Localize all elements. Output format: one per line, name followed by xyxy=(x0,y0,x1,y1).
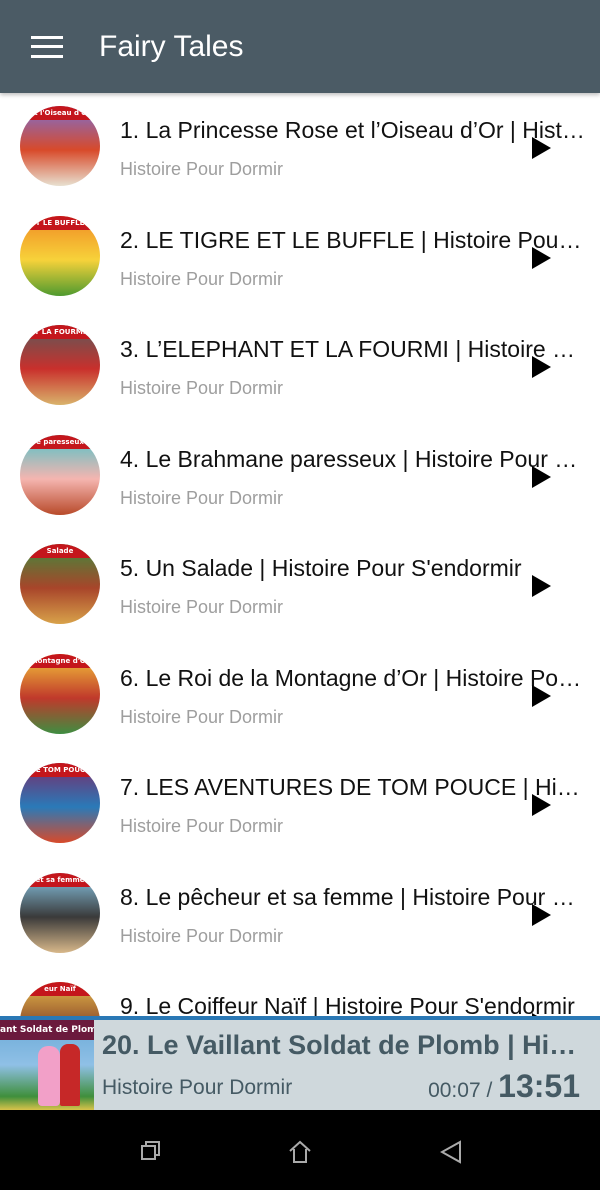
hamburger-menu-icon[interactable] xyxy=(31,35,63,58)
home-icon[interactable] xyxy=(288,1140,312,1168)
story-thumbnail: T LE BUFFLE xyxy=(20,215,100,296)
story-thumbnail: DE TOM POUCE xyxy=(20,763,100,843)
story-thumbnail: T LA FOURMI xyxy=(20,325,100,405)
now-playing-title: 20. Le Vaillant Soldat de Plomb | Histoi… xyxy=(102,1030,590,1060)
story-subtitle: Histoire Pour Dormir xyxy=(120,706,284,727)
story-subtitle: Histoire Pour Dormir xyxy=(120,159,284,179)
play-icon[interactable] xyxy=(532,137,551,159)
play-icon[interactable] xyxy=(532,794,551,816)
play-icon[interactable] xyxy=(532,356,551,378)
list-item[interactable]: T LE BUFFLE 2. LE TIGRE ET LE BUFFLE | H… xyxy=(0,203,600,313)
list-item[interactable]: et sa femme 8. Le pêcheur et sa femme | … xyxy=(0,860,600,970)
story-title: 4. Le Brahmane paresseux | Histoire Pour… xyxy=(120,445,586,472)
story-list[interactable]: et l'Oiseau d'Or 1. La Princesse Rose et… xyxy=(0,93,600,1016)
story-title: 9. Le Coiffeur Naïf | Histoire Pour S'en… xyxy=(120,993,575,1016)
now-playing-subtitle: Histoire Pour Dormir xyxy=(102,1076,293,1099)
now-playing-thumbnail: ant Soldat de Plomb xyxy=(0,1020,94,1110)
list-item[interactable]: Salade 5. Un Salade | Histoire Pour S'en… xyxy=(0,531,600,641)
story-thumbnail: e paresseux xyxy=(20,434,100,515)
story-thumbnail: Salade xyxy=(20,544,100,624)
list-item[interactable]: Montagne d'Or 6. Le Roi de la Montagne d… xyxy=(0,641,600,751)
play-icon[interactable] xyxy=(532,903,551,926)
story-subtitle: Histoire Pour Dormir xyxy=(120,816,284,836)
now-playing-bar[interactable]: ant Soldat de Plomb 20. Le Vaillant Sold… xyxy=(0,1016,600,1110)
play-icon[interactable] xyxy=(532,246,551,269)
total-time: 13:51 xyxy=(498,1068,580,1104)
play-icon[interactable] xyxy=(532,575,551,597)
story-subtitle: Histoire Pour Dormir xyxy=(120,378,284,398)
app-bar: Fairy Tales xyxy=(0,0,600,93)
list-item[interactable]: eur Naïf 9. Le Coiffeur Naïf | Histoire … xyxy=(0,969,600,1016)
page-title: Fairy Tales xyxy=(99,29,244,63)
story-title: 5. Un Salade | Histoire Pour S'endormir xyxy=(120,555,522,581)
story-thumbnail: Montagne d'Or xyxy=(20,653,100,734)
story-subtitle: Histoire Pour Dormir xyxy=(120,268,284,289)
recent-apps-icon[interactable] xyxy=(140,1140,162,1166)
current-time: 00:07 xyxy=(428,1079,481,1102)
story-subtitle: Histoire Pour Dormir xyxy=(120,487,284,508)
story-title: 6. Le Roi de la Montagne d’Or | Histoire… xyxy=(120,664,586,691)
story-thumbnail: et l'Oiseau d'Or xyxy=(20,106,100,186)
story-title: 3. L’ELEPHANT ET LA FOURMI | Histoire Po… xyxy=(120,336,586,362)
list-item[interactable]: et l'Oiseau d'Or 1. La Princesse Rose et… xyxy=(0,93,600,203)
story-title: 2. LE TIGRE ET LE BUFFLE | Histoire Pour… xyxy=(120,226,586,253)
list-item[interactable]: e paresseux 4. Le Brahmane paresseux | H… xyxy=(0,422,600,532)
story-title: 7. LES AVENTURES DE TOM POUCE | Histoire… xyxy=(120,774,586,800)
play-icon[interactable] xyxy=(532,465,551,488)
play-icon[interactable] xyxy=(532,684,551,707)
story-thumbnail: et sa femme xyxy=(20,872,100,953)
story-title: 8. Le pêcheur et sa femme | Histoire Pou… xyxy=(120,883,586,910)
story-title: 1. La Princesse Rose et l’Oiseau d’Or | … xyxy=(120,117,586,143)
system-nav-bar xyxy=(0,1110,600,1190)
playback-time: 00:07 / 13:51 xyxy=(428,1068,580,1104)
list-item[interactable]: T LA FOURMI 3. L’ELEPHANT ET LA FOURMI |… xyxy=(0,312,600,422)
list-item[interactable]: DE TOM POUCE 7. LES AVENTURES DE TOM POU… xyxy=(0,750,600,860)
story-subtitle: Histoire Pour Dormir xyxy=(120,597,284,617)
back-icon[interactable] xyxy=(439,1140,462,1168)
story-subtitle: Histoire Pour Dormir xyxy=(120,925,284,946)
story-thumbnail: eur Naïf xyxy=(20,982,100,1016)
